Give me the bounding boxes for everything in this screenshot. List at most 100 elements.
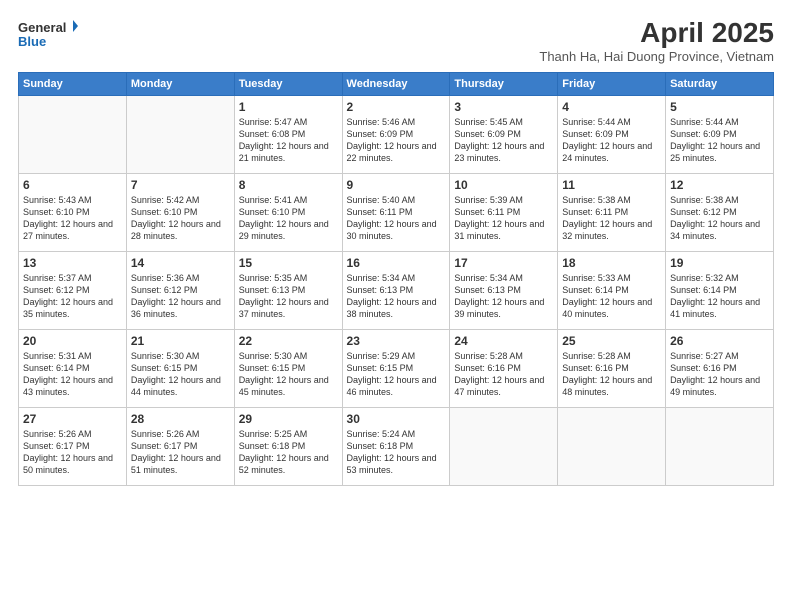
calendar-cell: 23 Sunrise: 5:29 AMSunset: 6:15 PMDaylig… (342, 329, 450, 407)
calendar-cell: 1 Sunrise: 5:47 AMSunset: 6:08 PMDayligh… (234, 95, 342, 173)
day-info: Sunrise: 5:45 AMSunset: 6:09 PMDaylight:… (454, 117, 544, 163)
weekday-header-monday: Monday (126, 72, 234, 95)
calendar-cell: 4 Sunrise: 5:44 AMSunset: 6:09 PMDayligh… (558, 95, 666, 173)
location-subtitle: Thanh Ha, Hai Duong Province, Vietnam (539, 49, 774, 64)
day-number: 16 (347, 256, 446, 270)
day-info: Sunrise: 5:35 AMSunset: 6:13 PMDaylight:… (239, 273, 329, 319)
calendar-cell: 5 Sunrise: 5:44 AMSunset: 6:09 PMDayligh… (666, 95, 774, 173)
day-info: Sunrise: 5:38 AMSunset: 6:11 PMDaylight:… (562, 195, 652, 241)
calendar-cell: 10 Sunrise: 5:39 AMSunset: 6:11 PMDaylig… (450, 173, 558, 251)
week-row-4: 20 Sunrise: 5:31 AMSunset: 6:14 PMDaylig… (19, 329, 774, 407)
weekday-header-saturday: Saturday (666, 72, 774, 95)
week-row-3: 13 Sunrise: 5:37 AMSunset: 6:12 PMDaylig… (19, 251, 774, 329)
calendar-cell: 21 Sunrise: 5:30 AMSunset: 6:15 PMDaylig… (126, 329, 234, 407)
day-number: 28 (131, 412, 230, 426)
day-number: 9 (347, 178, 446, 192)
day-info: Sunrise: 5:27 AMSunset: 6:16 PMDaylight:… (670, 351, 760, 397)
calendar-cell: 29 Sunrise: 5:25 AMSunset: 6:18 PMDaylig… (234, 407, 342, 485)
day-number: 17 (454, 256, 553, 270)
day-number: 3 (454, 100, 553, 114)
week-row-1: 1 Sunrise: 5:47 AMSunset: 6:08 PMDayligh… (19, 95, 774, 173)
svg-text:Blue: Blue (18, 34, 46, 49)
svg-text:General: General (18, 20, 66, 35)
calendar-cell: 20 Sunrise: 5:31 AMSunset: 6:14 PMDaylig… (19, 329, 127, 407)
weekday-header-friday: Friday (558, 72, 666, 95)
day-info: Sunrise: 5:28 AMSunset: 6:16 PMDaylight:… (454, 351, 544, 397)
day-info: Sunrise: 5:25 AMSunset: 6:18 PMDaylight:… (239, 429, 329, 475)
weekday-header-tuesday: Tuesday (234, 72, 342, 95)
calendar-page: General Blue April 2025 Thanh Ha, Hai Du… (0, 0, 792, 612)
day-info: Sunrise: 5:34 AMSunset: 6:13 PMDaylight:… (347, 273, 437, 319)
calendar-cell: 8 Sunrise: 5:41 AMSunset: 6:10 PMDayligh… (234, 173, 342, 251)
calendar-cell: 14 Sunrise: 5:36 AMSunset: 6:12 PMDaylig… (126, 251, 234, 329)
calendar-table: SundayMondayTuesdayWednesdayThursdayFrid… (18, 72, 774, 486)
day-number: 8 (239, 178, 338, 192)
calendar-cell: 28 Sunrise: 5:26 AMSunset: 6:17 PMDaylig… (126, 407, 234, 485)
calendar-cell (450, 407, 558, 485)
calendar-cell: 15 Sunrise: 5:35 AMSunset: 6:13 PMDaylig… (234, 251, 342, 329)
day-info: Sunrise: 5:39 AMSunset: 6:11 PMDaylight:… (454, 195, 544, 241)
day-info: Sunrise: 5:38 AMSunset: 6:12 PMDaylight:… (670, 195, 760, 241)
day-info: Sunrise: 5:44 AMSunset: 6:09 PMDaylight:… (670, 117, 760, 163)
day-info: Sunrise: 5:34 AMSunset: 6:13 PMDaylight:… (454, 273, 544, 319)
day-number: 10 (454, 178, 553, 192)
day-number: 7 (131, 178, 230, 192)
logo-svg: General Blue (18, 18, 78, 54)
day-number: 27 (23, 412, 122, 426)
month-title: April 2025 (539, 18, 774, 49)
day-info: Sunrise: 5:42 AMSunset: 6:10 PMDaylight:… (131, 195, 221, 241)
day-info: Sunrise: 5:40 AMSunset: 6:11 PMDaylight:… (347, 195, 437, 241)
day-info: Sunrise: 5:46 AMSunset: 6:09 PMDaylight:… (347, 117, 437, 163)
weekday-header-thursday: Thursday (450, 72, 558, 95)
weekday-header-sunday: Sunday (19, 72, 127, 95)
day-number: 24 (454, 334, 553, 348)
calendar-cell: 26 Sunrise: 5:27 AMSunset: 6:16 PMDaylig… (666, 329, 774, 407)
day-number: 19 (670, 256, 769, 270)
calendar-cell (558, 407, 666, 485)
weekday-header-wednesday: Wednesday (342, 72, 450, 95)
header: General Blue April 2025 Thanh Ha, Hai Du… (18, 18, 774, 64)
calendar-cell: 30 Sunrise: 5:24 AMSunset: 6:18 PMDaylig… (342, 407, 450, 485)
day-info: Sunrise: 5:30 AMSunset: 6:15 PMDaylight:… (239, 351, 329, 397)
day-number: 20 (23, 334, 122, 348)
day-number: 23 (347, 334, 446, 348)
calendar-cell: 12 Sunrise: 5:38 AMSunset: 6:12 PMDaylig… (666, 173, 774, 251)
week-row-5: 27 Sunrise: 5:26 AMSunset: 6:17 PMDaylig… (19, 407, 774, 485)
day-number: 29 (239, 412, 338, 426)
day-number: 13 (23, 256, 122, 270)
day-info: Sunrise: 5:36 AMSunset: 6:12 PMDaylight:… (131, 273, 221, 319)
calendar-cell: 11 Sunrise: 5:38 AMSunset: 6:11 PMDaylig… (558, 173, 666, 251)
calendar-cell (126, 95, 234, 173)
day-number: 25 (562, 334, 661, 348)
calendar-cell: 24 Sunrise: 5:28 AMSunset: 6:16 PMDaylig… (450, 329, 558, 407)
day-number: 26 (670, 334, 769, 348)
calendar-cell: 16 Sunrise: 5:34 AMSunset: 6:13 PMDaylig… (342, 251, 450, 329)
day-info: Sunrise: 5:37 AMSunset: 6:12 PMDaylight:… (23, 273, 113, 319)
day-number: 14 (131, 256, 230, 270)
calendar-cell: 7 Sunrise: 5:42 AMSunset: 6:10 PMDayligh… (126, 173, 234, 251)
calendar-cell (666, 407, 774, 485)
day-info: Sunrise: 5:47 AMSunset: 6:08 PMDaylight:… (239, 117, 329, 163)
logo: General Blue (18, 18, 78, 54)
day-info: Sunrise: 5:30 AMSunset: 6:15 PMDaylight:… (131, 351, 221, 397)
day-info: Sunrise: 5:43 AMSunset: 6:10 PMDaylight:… (23, 195, 113, 241)
day-number: 12 (670, 178, 769, 192)
day-info: Sunrise: 5:32 AMSunset: 6:14 PMDaylight:… (670, 273, 760, 319)
day-number: 22 (239, 334, 338, 348)
day-number: 21 (131, 334, 230, 348)
calendar-cell: 22 Sunrise: 5:30 AMSunset: 6:15 PMDaylig… (234, 329, 342, 407)
day-info: Sunrise: 5:31 AMSunset: 6:14 PMDaylight:… (23, 351, 113, 397)
weekday-header-row: SundayMondayTuesdayWednesdayThursdayFrid… (19, 72, 774, 95)
title-area: April 2025 Thanh Ha, Hai Duong Province,… (539, 18, 774, 64)
day-number: 6 (23, 178, 122, 192)
day-number: 11 (562, 178, 661, 192)
day-info: Sunrise: 5:28 AMSunset: 6:16 PMDaylight:… (562, 351, 652, 397)
day-info: Sunrise: 5:44 AMSunset: 6:09 PMDaylight:… (562, 117, 652, 163)
day-info: Sunrise: 5:26 AMSunset: 6:17 PMDaylight:… (23, 429, 113, 475)
day-info: Sunrise: 5:24 AMSunset: 6:18 PMDaylight:… (347, 429, 437, 475)
day-number: 4 (562, 100, 661, 114)
day-info: Sunrise: 5:29 AMSunset: 6:15 PMDaylight:… (347, 351, 437, 397)
calendar-cell: 3 Sunrise: 5:45 AMSunset: 6:09 PMDayligh… (450, 95, 558, 173)
day-info: Sunrise: 5:26 AMSunset: 6:17 PMDaylight:… (131, 429, 221, 475)
day-number: 1 (239, 100, 338, 114)
